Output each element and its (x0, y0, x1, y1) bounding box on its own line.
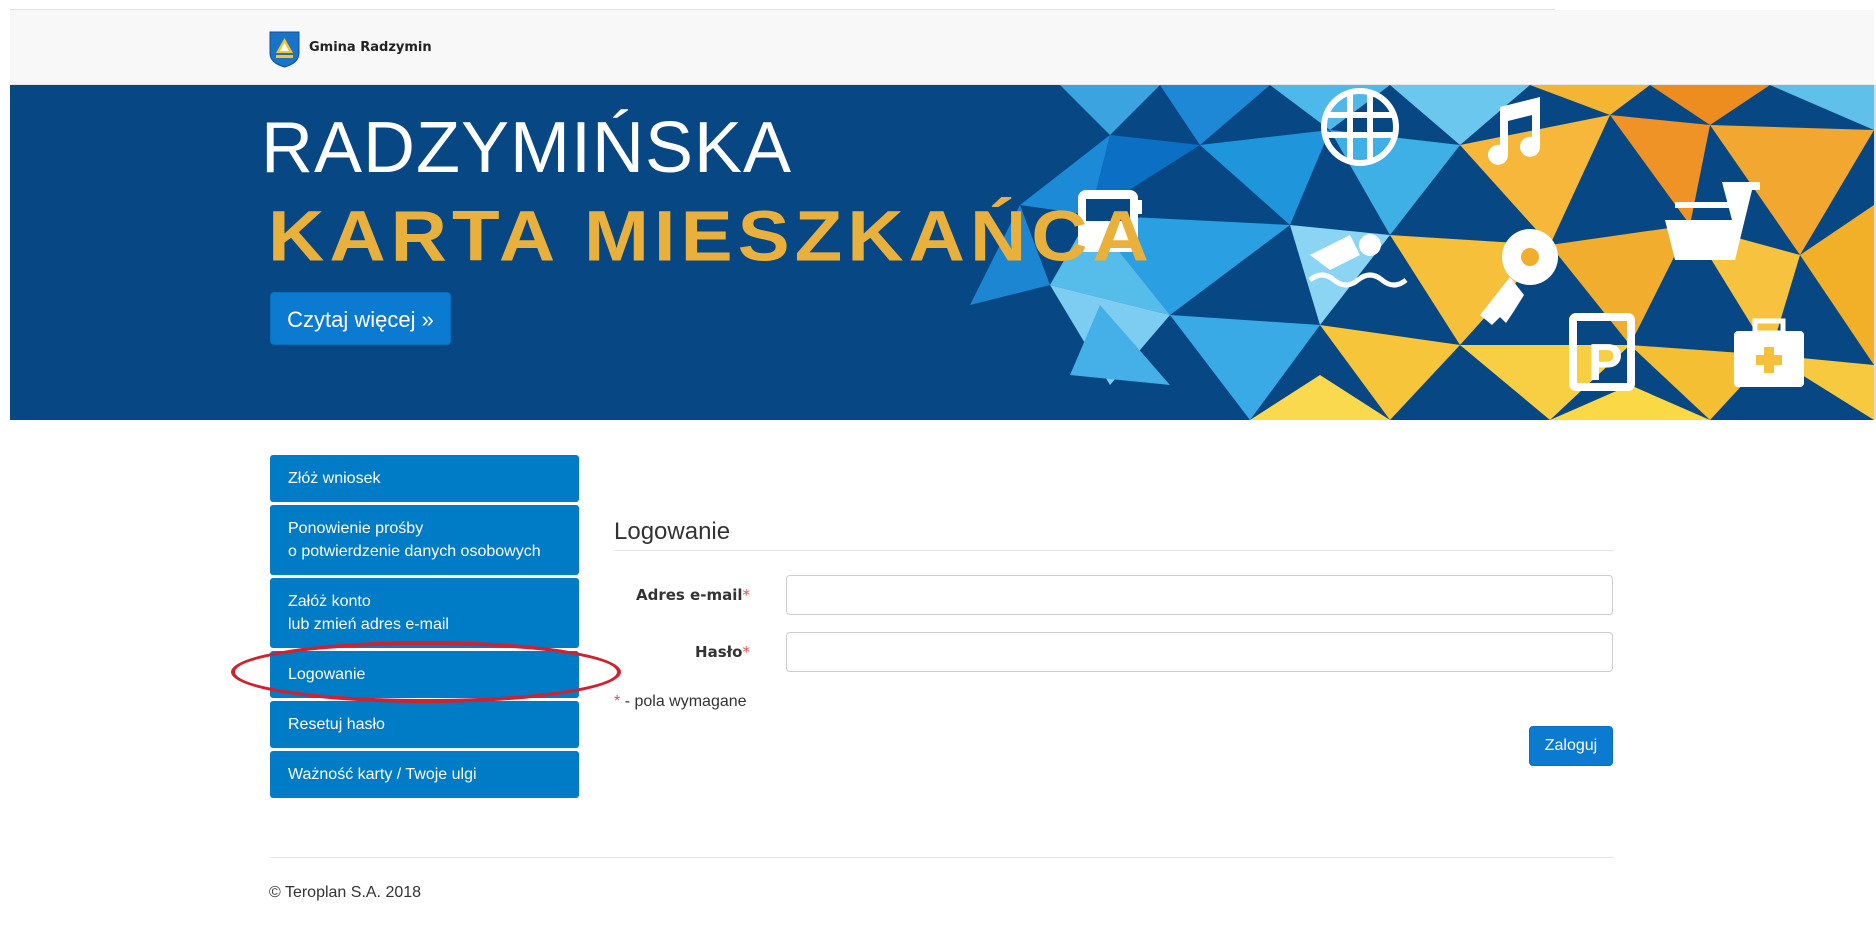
hero-title-line2: KARTA MIESZKAŃCA (268, 195, 1154, 277)
parking-letter: P (1588, 334, 1623, 392)
login-heading: Logowanie (614, 518, 731, 545)
email-field[interactable] (786, 575, 1613, 615)
sidebar-item-label: Załóż konto (288, 593, 371, 610)
required-fields-note: * - pola wymagane (614, 693, 747, 711)
brand-name[interactable]: Gmina Radzymin (309, 40, 432, 55)
sidebar-item-submit-application[interactable]: Złóż wniosek (270, 455, 579, 502)
password-label-text: Hasło (695, 643, 743, 661)
hero-title-line1: RADZYMIŃSKA (261, 108, 793, 188)
sidebar-item-sublabel: lub zmień adres e-mail (288, 616, 449, 633)
required-note-text: - pola wymagane (624, 693, 747, 710)
sidebar-item-reconfirm-data[interactable]: Ponowienie prośby o potwierdzenie danych… (270, 505, 579, 575)
read-more-button[interactable]: Czytaj więcej » (270, 292, 451, 345)
sidebar-item-label: Ponowienie prośby (288, 520, 424, 537)
footer-divider (270, 857, 1614, 858)
sidebar-item-reset-password[interactable]: Resetuj hasło (270, 701, 579, 748)
required-asterisk: * (742, 586, 751, 604)
coat-of-arms-icon[interactable] (269, 31, 300, 68)
sidebar-item-card-validity[interactable]: Ważność karty / Twoje ulgi (270, 751, 579, 798)
required-asterisk: * (742, 643, 751, 661)
sidebar-item-create-account[interactable]: Załóż konto lub zmień adres e-mail (270, 578, 579, 648)
copyright-text: © Teroplan S.A. 2018 (269, 884, 422, 901)
password-field[interactable] (786, 632, 1613, 672)
email-label: Adres e-mail* (620, 586, 750, 604)
email-label-text: Adres e-mail (635, 586, 743, 604)
password-label: Hasło* (620, 643, 750, 661)
heading-divider (614, 550, 1614, 551)
login-button[interactable]: Zaloguj (1529, 726, 1613, 766)
required-asterisk: * (614, 693, 621, 710)
sidebar-item-sublabel: o potwierdzenie danych osobowych (288, 543, 541, 560)
sidebar-item-label: Złóż wniosek (288, 470, 381, 487)
sidebar-item-label: Resetuj hasło (288, 716, 385, 733)
first-aid-icon (1734, 318, 1804, 387)
sidebar-item-label: Ważność karty / Twoje ulgi (288, 766, 477, 783)
highlight-ellipse (231, 641, 621, 703)
